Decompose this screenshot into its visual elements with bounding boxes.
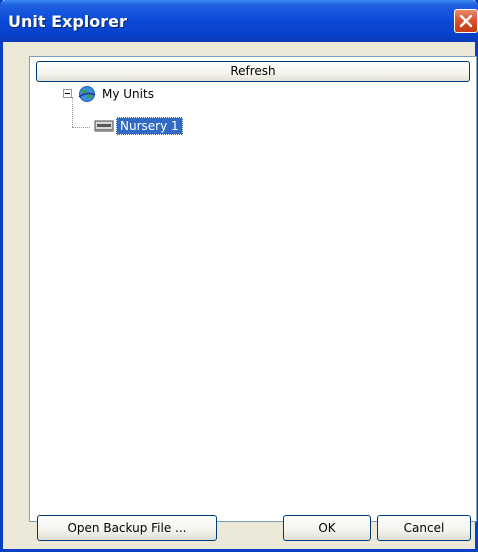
tree-connector-vertical (72, 97, 73, 127)
ok-button[interactable]: OK (283, 515, 371, 541)
window-title: Unit Explorer (8, 12, 127, 31)
tree-item-nursery-1[interactable]: Nursery 1 (116, 117, 183, 135)
close-icon (459, 14, 473, 28)
refresh-button[interactable]: Refresh (36, 61, 470, 82)
unit-tree-panel[interactable]: Refresh My Units Nursery 1 (29, 56, 477, 522)
unit-device-icon (94, 120, 114, 132)
close-button[interactable] (454, 9, 478, 33)
tree-item-my-units[interactable]: My Units (102, 87, 154, 101)
tree-connector-horizontal (72, 127, 90, 128)
title-bar[interactable]: Unit Explorer (0, 0, 478, 42)
cancel-button[interactable]: Cancel (377, 515, 471, 541)
collapse-toggle-icon[interactable] (63, 89, 72, 98)
unit-explorer-window: Unit Explorer Refresh My Units Nursery 1… (0, 0, 478, 552)
open-backup-file-button[interactable]: Open Backup File ... (37, 515, 217, 541)
globe-icon (78, 86, 96, 102)
